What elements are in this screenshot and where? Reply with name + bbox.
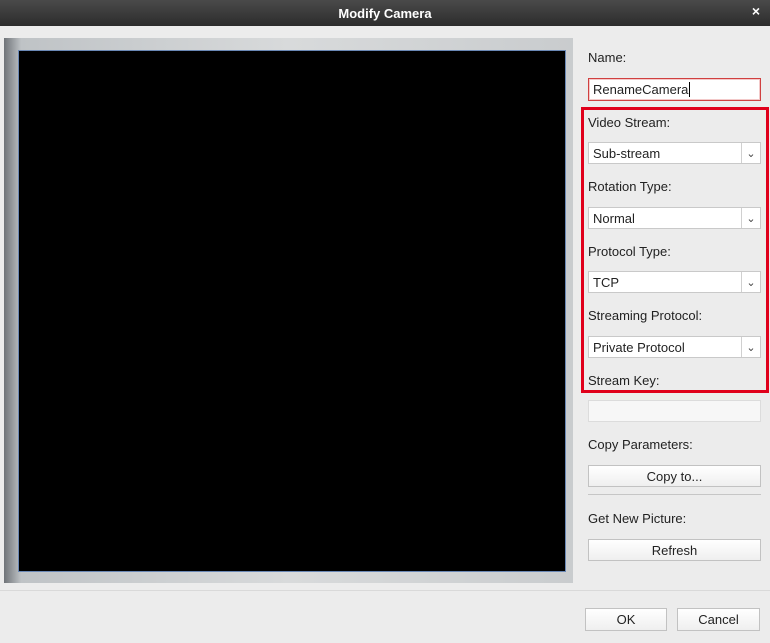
video-stream-select[interactable]: Sub-stream ⌄	[588, 142, 761, 164]
name-input[interactable]: RenameCamera	[588, 78, 761, 101]
video-stream-label: Video Stream:	[588, 115, 671, 130]
title-bar: Modify Camera ×	[0, 0, 770, 26]
close-icon[interactable]: ×	[748, 3, 764, 19]
copy-to-button[interactable]: Copy to...	[588, 465, 761, 487]
get-new-picture-label: Get New Picture:	[588, 511, 687, 526]
rotation-type-label: Rotation Type:	[588, 179, 672, 194]
chevron-down-icon[interactable]: ⌄	[741, 272, 760, 292]
rotation-type-select[interactable]: Normal ⌄	[588, 207, 761, 229]
chevron-down-icon[interactable]: ⌄	[741, 143, 760, 163]
chevron-down-icon[interactable]: ⌄	[741, 337, 760, 357]
window-title: Modify Camera	[338, 5, 432, 21]
protocol-type-value: TCP	[593, 274, 619, 290]
streaming-protocol-label: Streaming Protocol:	[588, 308, 703, 323]
copy-parameters-label: Copy Parameters:	[588, 437, 693, 452]
protocol-type-label: Protocol Type:	[588, 244, 671, 259]
streaming-protocol-value: Private Protocol	[593, 339, 685, 355]
camera-preview	[18, 50, 566, 572]
stream-key-label: Stream Key:	[588, 373, 660, 388]
name-label: Name:	[588, 50, 627, 65]
ok-button[interactable]: OK	[585, 608, 667, 631]
text-caret	[689, 82, 691, 97]
rotation-type-value: Normal	[593, 210, 635, 226]
video-stream-value: Sub-stream	[593, 145, 661, 161]
divider	[588, 494, 761, 495]
cancel-button[interactable]: Cancel	[677, 608, 760, 631]
stream-key-input[interactable]	[588, 400, 761, 422]
protocol-type-select[interactable]: TCP ⌄	[588, 271, 761, 293]
streaming-protocol-select[interactable]: Private Protocol ⌄	[588, 336, 761, 358]
camera-preview-frame	[4, 38, 573, 583]
refresh-button[interactable]: Refresh	[588, 539, 761, 561]
name-input-value: RenameCamera	[593, 82, 689, 97]
chevron-down-icon[interactable]: ⌄	[741, 208, 760, 228]
